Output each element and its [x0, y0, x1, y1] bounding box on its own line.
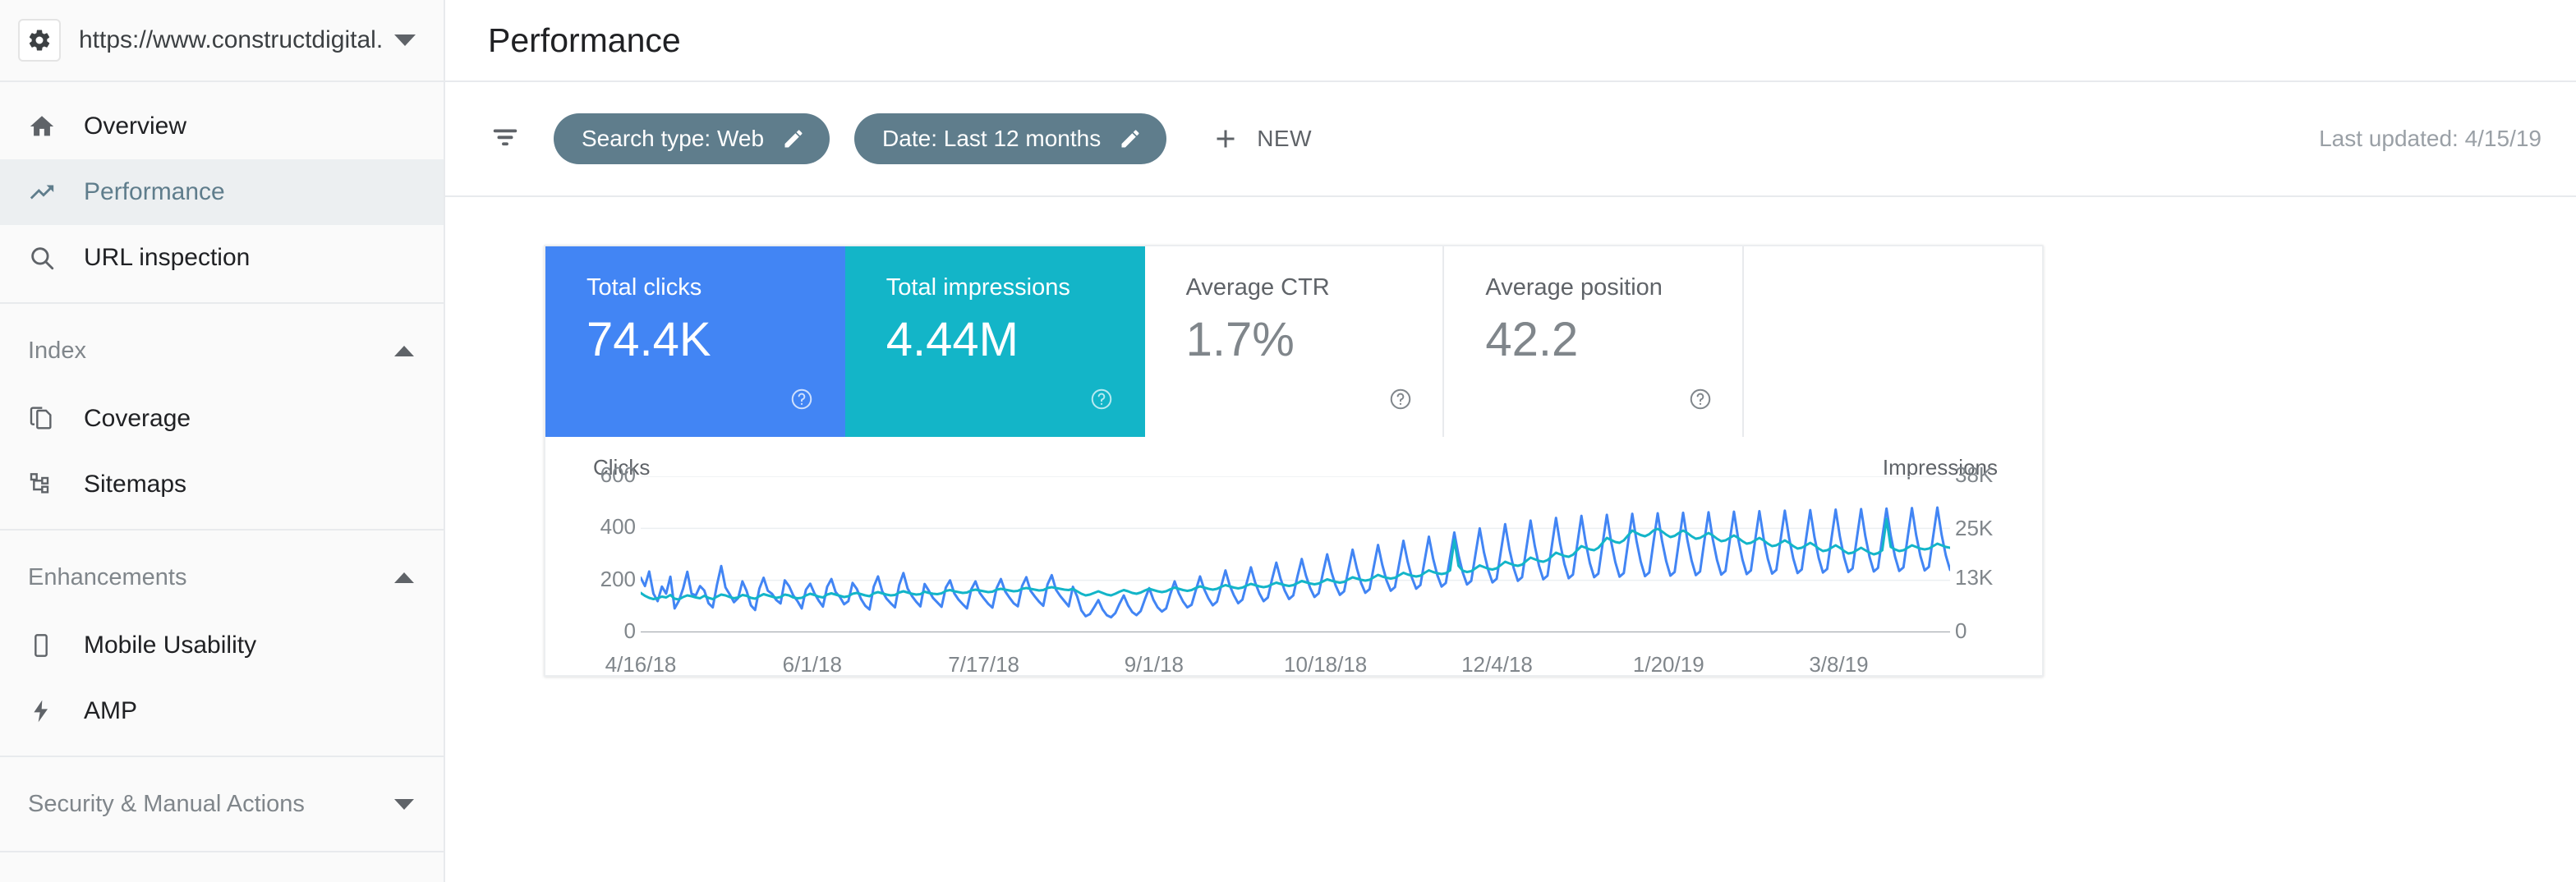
chevron-down-icon[interactable]	[394, 799, 414, 810]
sidebar-item-mobile-usability[interactable]: Mobile Usability	[0, 613, 444, 678]
chip-label: Date: Last 12 months	[882, 126, 1101, 152]
property-selector[interactable]: https://www.constructdigital....	[0, 0, 444, 82]
metric-value: 4.44M	[886, 313, 1143, 368]
metric-card-average-ctr[interactable]: Average CTR 1.7%	[1145, 246, 1445, 437]
section-header-index[interactable]: Index	[0, 315, 444, 386]
sidebar-item-label: Coverage	[84, 405, 191, 433]
add-new-filter-button[interactable]: NEW	[1211, 124, 1312, 154]
chip-label: Search type: Web	[582, 126, 764, 152]
section-header-enhancements[interactable]: Enhancements	[0, 542, 444, 613]
help-circle-icon[interactable]	[1089, 387, 1114, 416]
plus-icon	[1211, 124, 1240, 154]
metric-label: Total clicks	[586, 274, 844, 301]
x-axis-tick-label: 10/18/18	[1284, 652, 1367, 678]
search-icon	[28, 244, 67, 272]
x-axis-tick-label: 3/8/19	[1809, 652, 1868, 678]
sidebar: https://www.constructdigital.... Overvie…	[0, 0, 445, 882]
sidebar-item-url-inspection[interactable]: URL inspection	[0, 225, 444, 291]
security-section: Security & Manual Actions	[0, 757, 444, 852]
y-axis-tick-label-left: 600	[570, 462, 636, 488]
sidebar-item-label: URL inspection	[84, 244, 250, 272]
trending-up-icon	[28, 178, 67, 206]
performance-chart: Clicks Impressions 0200400600013K25K38K4…	[545, 437, 2042, 675]
x-axis-tick-label: 1/20/19	[1633, 652, 1704, 678]
last-updated-label: Last updated: 4/15/19	[2319, 126, 2542, 152]
x-axis-tick-label: 9/1/18	[1125, 652, 1184, 678]
metric-label: Average CTR	[1186, 274, 1443, 301]
chart-plot-area: Clicks Impressions 0200400600013K25K38K4…	[545, 437, 2045, 675]
y-axis-tick-label-right: 13K	[1955, 565, 2021, 590]
search-console-app: https://www.constructdigital.... Overvie…	[0, 0, 2576, 882]
home-icon	[28, 113, 67, 140]
sitemap-icon	[28, 471, 67, 498]
metric-value: 74.4K	[586, 313, 844, 368]
metric-value: 1.7%	[1186, 313, 1443, 368]
y-axis-tick-label-left: 400	[570, 514, 636, 540]
y-axis-tick-label-left: 0	[570, 618, 636, 644]
metric-card-total-clicks[interactable]: Total clicks 74.4K	[545, 246, 845, 437]
sidebar-item-performance[interactable]: Performance	[0, 159, 444, 225]
chevron-down-icon[interactable]	[394, 34, 416, 46]
sidebar-item-label: AMP	[84, 697, 137, 725]
section-title: Security & Manual Actions	[28, 791, 305, 818]
y-axis-tick-label-left: 200	[570, 567, 636, 592]
sidebar-item-overview[interactable]: Overview	[0, 94, 444, 159]
x-axis-tick-label: 6/1/18	[783, 652, 842, 678]
metric-label: Average position	[1485, 274, 1742, 301]
main-content: Performance Search type: Web Date: Last …	[445, 0, 2576, 882]
property-url: https://www.constructdigital....	[79, 26, 383, 54]
section-title: Enhancements	[28, 564, 186, 591]
page-title: Performance	[488, 21, 681, 60]
sidebar-item-label: Mobile Usability	[84, 632, 256, 659]
metric-cards: Total clicks 74.4K Total impressions	[545, 246, 2042, 437]
y-axis-tick-label-right: 0	[1955, 618, 2021, 644]
filter-list-icon[interactable]	[490, 122, 522, 157]
x-axis-tick-label: 7/17/18	[948, 652, 1019, 678]
help-circle-icon[interactable]	[1688, 387, 1713, 416]
performance-content: Total clicks 74.4K Total impressions	[445, 197, 2576, 677]
metric-card-average-position[interactable]: Average position 42.2	[1444, 246, 1744, 437]
new-button-label: NEW	[1257, 126, 1312, 152]
metric-card-empty-slot	[1744, 246, 2042, 437]
x-axis-tick-label: 12/4/18	[1461, 652, 1533, 678]
metric-card-total-impressions[interactable]: Total impressions 4.44M	[845, 246, 1145, 437]
pages-icon	[28, 406, 67, 432]
x-axis-tick-label: 4/16/18	[605, 652, 677, 678]
chevron-up-icon[interactable]	[394, 346, 414, 356]
sidebar-item-amp[interactable]: AMP	[0, 678, 444, 744]
filter-toolbar: Search type: Web Date: Last 12 months NE…	[445, 82, 2576, 197]
search-console-logo-icon	[18, 19, 61, 62]
filter-chip-date[interactable]: Date: Last 12 months	[854, 113, 1166, 164]
index-section: Index Coverage	[0, 304, 444, 531]
metric-value: 42.2	[1485, 313, 1742, 368]
chevron-up-icon[interactable]	[394, 572, 414, 583]
sidebar-item-label: Overview	[84, 113, 186, 140]
filter-chip-search-type[interactable]: Search type: Web	[554, 113, 830, 164]
sidebar-item-label: Performance	[84, 178, 225, 206]
sidebar-item-sitemaps[interactable]: Sitemaps	[0, 452, 444, 517]
section-header-security[interactable]: Security & Manual Actions	[0, 769, 444, 839]
metric-label: Total impressions	[886, 274, 1143, 301]
y-axis-tick-label-right: 38K	[1955, 462, 2021, 488]
help-circle-icon[interactable]	[1388, 387, 1413, 416]
chart-series-clicks	[641, 508, 1950, 618]
y-axis-tick-label-right: 25K	[1955, 516, 2021, 541]
sidebar-item-label: Sitemaps	[84, 471, 186, 498]
enhancements-section: Enhancements Mobile Usability AMP	[0, 531, 444, 757]
section-title: Index	[28, 338, 86, 365]
performance-card: Total clicks 74.4K Total impressions	[544, 245, 2044, 677]
sidebar-item-coverage[interactable]: Coverage	[0, 386, 444, 452]
page-header: Performance	[445, 0, 2576, 82]
pencil-icon[interactable]	[1119, 127, 1142, 150]
chart-lines	[641, 476, 1950, 632]
lightning-bolt-icon	[28, 698, 67, 724]
help-circle-icon[interactable]	[789, 387, 814, 416]
mobile-phone-icon	[28, 632, 67, 659]
pencil-icon[interactable]	[782, 127, 805, 150]
primary-nav-group: Overview Performance URL inspection	[0, 82, 444, 304]
